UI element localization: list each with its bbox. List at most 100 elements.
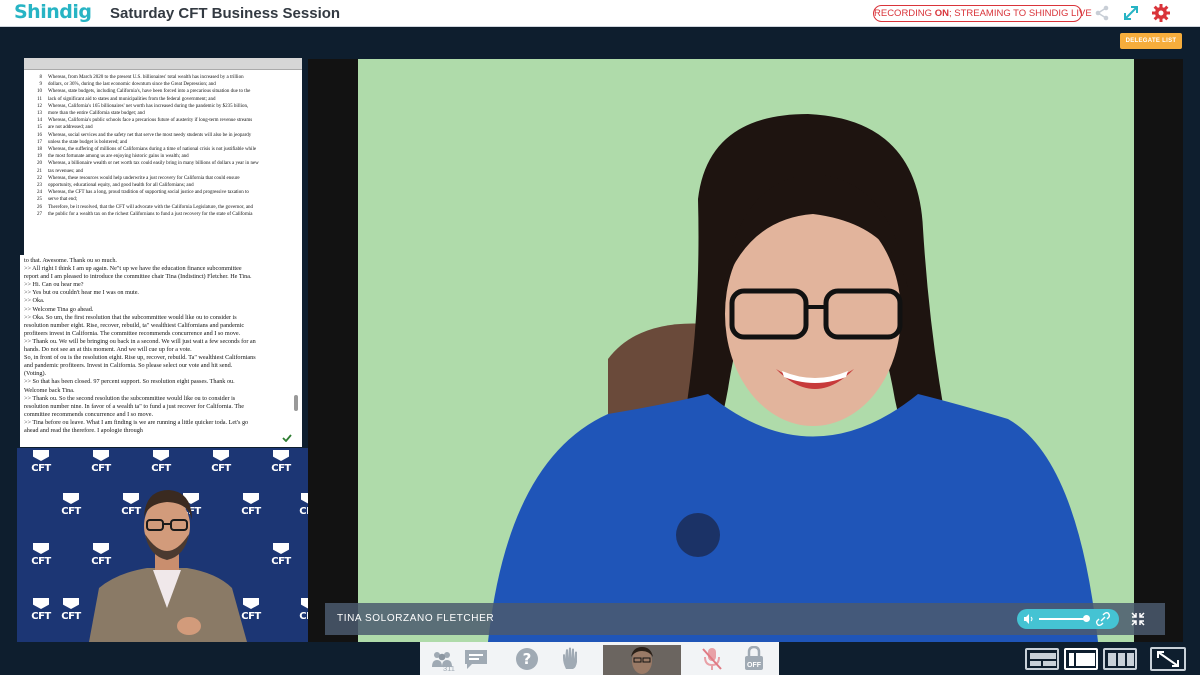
line-text: serve that end; bbox=[48, 197, 78, 203]
document-line: 22 Whereas, these resources would help un… bbox=[28, 175, 296, 182]
transcript-line: ahead and read the therefore. I apologie… bbox=[24, 426, 143, 434]
raise-hand-icon[interactable] bbox=[557, 646, 585, 672]
layout-split-icon[interactable] bbox=[1025, 648, 1059, 670]
line-number: 23 bbox=[37, 183, 42, 189]
speaker-video[interactable]: TINA SOLORZANO FLETCHER bbox=[308, 59, 1183, 642]
line-number: 13 bbox=[37, 111, 42, 117]
shindig-logo: Shindig bbox=[14, 1, 92, 23]
live-transcript: to that. Awesome. Thank ou so much. >> Al… bbox=[20, 255, 302, 447]
top-bar: Shindig Saturday CFT Business Session RE… bbox=[0, 0, 1200, 27]
document-line: 21 tax revenues; and bbox=[28, 168, 296, 175]
line-text: tax revenues; and bbox=[48, 168, 83, 174]
transcript-line: Welcome back Tina. bbox=[24, 386, 75, 394]
recording-status[interactable]: RECORDING ON; STREAMING TO SHINDIG LIVE bbox=[873, 5, 1092, 22]
line-text: the most fortunate among us are enjoying… bbox=[48, 154, 189, 160]
control-tray: 311 ? OFF bbox=[420, 642, 779, 675]
speaker-icon bbox=[1024, 614, 1033, 624]
line-number: 18 bbox=[37, 147, 42, 153]
delegate-list-button[interactable]: DELEGATE LIST bbox=[1120, 33, 1182, 49]
document-line: 8 Whereas, from March 2020 to the present… bbox=[28, 74, 296, 81]
document-line: 26 Therefore, be it resolved, that the CF… bbox=[28, 204, 296, 211]
stage: DELEGATE LIST 8 Whereas, from March 2020 … bbox=[0, 28, 1200, 642]
line-text: lack of significant aid to states and mu… bbox=[48, 96, 216, 102]
transcript-line: resolution number eight. Rise, recover, … bbox=[24, 321, 245, 329]
line-number: 24 bbox=[37, 190, 42, 196]
transcript-line: to that. Awesome. Thank ou so much. bbox=[24, 257, 117, 264]
exit-fullscreen-icon[interactable] bbox=[1150, 647, 1186, 671]
transcript-line: (Voting). bbox=[24, 370, 47, 378]
transcript-line: >> Tina before ou leave. What I am findi… bbox=[24, 418, 249, 426]
line-text: Whereas, from March 2020 to the present … bbox=[48, 75, 244, 80]
volume-slider-knob[interactable] bbox=[1083, 615, 1090, 622]
line-text: Whereas, the suffering of millions of Ca… bbox=[48, 147, 257, 153]
recording-suffix: ; STREAMING TO SHINDIG LIVE bbox=[948, 8, 1092, 19]
volume-slider-track[interactable] bbox=[1039, 618, 1087, 620]
bottom-bar: 311 ? OFF bbox=[0, 642, 1200, 675]
session-title: Saturday CFT Business Session bbox=[110, 5, 341, 22]
recording-state: ON bbox=[934, 8, 949, 19]
line-text: Therefore, be it resolved, that the CFT … bbox=[48, 204, 254, 210]
document-line: 23 opportunity, educational equity, and g… bbox=[28, 182, 296, 189]
document-toolbar bbox=[24, 58, 302, 70]
document-line: 17 unless the state budget is bolstered; … bbox=[28, 139, 296, 146]
speaker-name-bar: TINA SOLORZANO FLETCHER bbox=[325, 603, 1165, 635]
transcript-line: >> All right I think I am up again. Ne"t… bbox=[24, 265, 242, 273]
line-number: 27 bbox=[37, 211, 42, 217]
speaker-name: TINA SOLORZANO FLETCHER bbox=[337, 613, 495, 624]
layout-focus-icon[interactable] bbox=[1064, 648, 1098, 670]
document-line: 14 Whereas, California's public schools f… bbox=[28, 117, 296, 124]
speaker-camera-feed bbox=[358, 59, 1134, 642]
transcript-scrollbar[interactable] bbox=[294, 395, 298, 411]
line-number: 26 bbox=[37, 204, 42, 210]
document-line: 27 the public for a wealth tax on the ric… bbox=[28, 211, 296, 218]
line-text: Whereas, these resources would help unde… bbox=[48, 175, 240, 181]
line-text: Whereas, social services and the safety … bbox=[48, 132, 252, 138]
collapse-icon[interactable] bbox=[1130, 611, 1146, 627]
transcript-line: resolution number nine. In favor of a we… bbox=[24, 402, 244, 410]
line-text: are not addressed; and bbox=[48, 125, 93, 131]
line-text: more than the entire California state bu… bbox=[48, 111, 145, 117]
volume-control[interactable] bbox=[1017, 609, 1119, 629]
line-number: 20 bbox=[37, 161, 42, 167]
line-number: 11 bbox=[37, 96, 42, 102]
presenter-video[interactable]: CFTCFTCFTCFTCFTCFTCFTCFTCFTCFTCFTCFTCFTC… bbox=[17, 448, 308, 642]
mic-muted-icon[interactable] bbox=[698, 646, 726, 672]
line-number: 25 bbox=[37, 197, 42, 203]
transcript-line: >> So that has been closed. 97 percent s… bbox=[24, 378, 235, 386]
document-line: 11 lack of significant aid to states and … bbox=[28, 96, 296, 103]
document-line: 12 Whereas, California's 165 billionaires… bbox=[28, 103, 296, 110]
document-line: 16 Whereas, social services and the safet… bbox=[28, 132, 296, 139]
expand-icon[interactable] bbox=[1121, 3, 1141, 23]
unlink-icon[interactable] bbox=[1095, 611, 1111, 627]
help-icon[interactable]: ? bbox=[513, 646, 541, 672]
transcript-line: >> Oka. So um, the first resolution that… bbox=[24, 313, 237, 321]
line-number: 12 bbox=[37, 103, 42, 109]
shared-document: 8 Whereas, from March 2020 to the present… bbox=[24, 58, 302, 280]
line-number: 15 bbox=[37, 125, 42, 131]
self-video-thumbnail[interactable] bbox=[603, 645, 681, 675]
line-text: Whereas, a billionaire wealth or net wor… bbox=[48, 161, 259, 167]
document-line: 15 are not addressed; and bbox=[28, 124, 296, 131]
gear-icon[interactable] bbox=[1151, 3, 1171, 23]
line-text: Whereas, the CFT has a long, proud tradi… bbox=[48, 190, 249, 196]
document-line: 18 Whereas, the suffering of millions of … bbox=[28, 146, 296, 153]
chat-icon[interactable] bbox=[462, 646, 490, 672]
participant-count: 311 bbox=[443, 664, 455, 673]
mic-lock-label: OFF bbox=[747, 662, 761, 669]
share-icon[interactable] bbox=[1092, 3, 1112, 23]
transcript-line: profiteers invest in California. The com… bbox=[24, 329, 241, 337]
line-number: 16 bbox=[37, 132, 42, 138]
line-text: opportunity, educational equity, and goo… bbox=[48, 183, 194, 189]
recording-prefix: RECORDING bbox=[874, 8, 935, 19]
mic-lock-icon[interactable]: OFF bbox=[742, 646, 766, 672]
transcript-line: >> Thank ou. So the second resolution th… bbox=[24, 394, 236, 402]
layout-grid-icon[interactable] bbox=[1103, 648, 1137, 670]
line-text: unless the state budget is bolstered; an… bbox=[48, 139, 128, 145]
transcript-line: >> Welcome Tina go ahead. bbox=[24, 305, 94, 313]
svg-text:?: ? bbox=[523, 650, 532, 668]
transcript-line: report and I am pleased to introduce the… bbox=[24, 273, 252, 281]
line-number: 17 bbox=[37, 139, 42, 145]
line-number: 9 bbox=[39, 82, 43, 88]
line-text: Whereas, California's public schools fac… bbox=[48, 118, 253, 124]
line-number: 10 bbox=[37, 89, 42, 95]
